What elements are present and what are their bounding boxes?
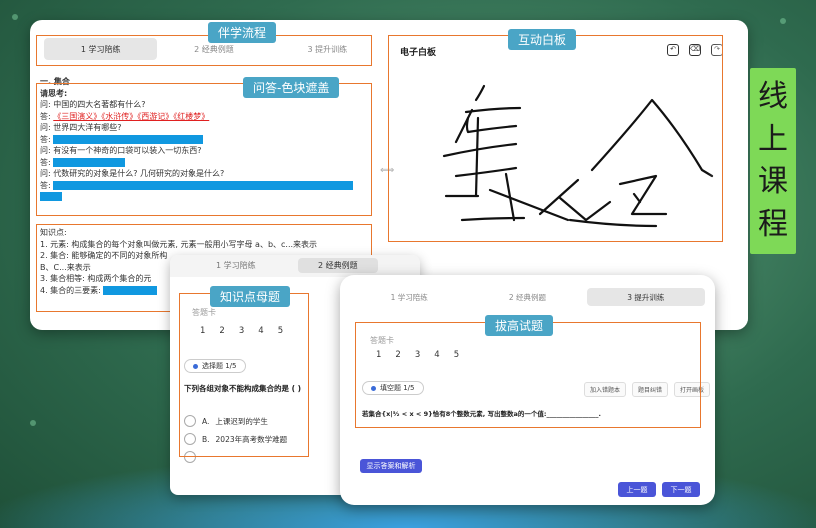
- prev-question-button[interactable]: 上一题: [618, 482, 656, 497]
- side-title-char: 课: [758, 164, 788, 200]
- highlight-box-flow: [36, 35, 372, 66]
- side-title-char: 程: [758, 206, 788, 242]
- tab-examples[interactable]: 2 经典例题: [468, 288, 586, 306]
- show-answer-button[interactable]: 显示答案和解析: [360, 459, 422, 473]
- tab-study[interactable]: 1 学习陪练: [216, 260, 256, 271]
- decor-dot: [30, 420, 36, 426]
- win2-tab-bar: 1 学习陪练 2 经典例题: [170, 255, 420, 277]
- highlight-box-knowledge-window: [179, 293, 309, 457]
- highlight-box-qa: [36, 83, 372, 216]
- decor-dot: [12, 14, 18, 20]
- win3-tab-row: 1 学习陪练 2 经典例题 3 提升训练: [350, 288, 705, 306]
- callout-advanced: 拔高试题: [485, 315, 554, 336]
- tab-advanced[interactable]: 3 提升训练: [586, 288, 705, 306]
- side-title: 线 上 课 程: [750, 68, 796, 254]
- highlight-box-whiteboard: [388, 35, 723, 242]
- decor-dot: [780, 18, 786, 24]
- callout-knowledge: 知识点母题: [210, 286, 291, 307]
- callout-whiteboard: 互动白板: [508, 29, 577, 50]
- tab-study[interactable]: 1 学习陪练: [350, 288, 468, 306]
- callout-qa: 问答-色块遮盖: [243, 77, 340, 98]
- callout-flow: 伴学流程: [208, 22, 277, 43]
- side-title-char: 上: [758, 121, 788, 157]
- tab-examples[interactable]: 2 经典例题: [298, 258, 378, 273]
- highlight-box-advanced: [355, 322, 701, 428]
- next-question-button[interactable]: 下一题: [662, 482, 700, 497]
- side-title-char: 线: [758, 79, 788, 115]
